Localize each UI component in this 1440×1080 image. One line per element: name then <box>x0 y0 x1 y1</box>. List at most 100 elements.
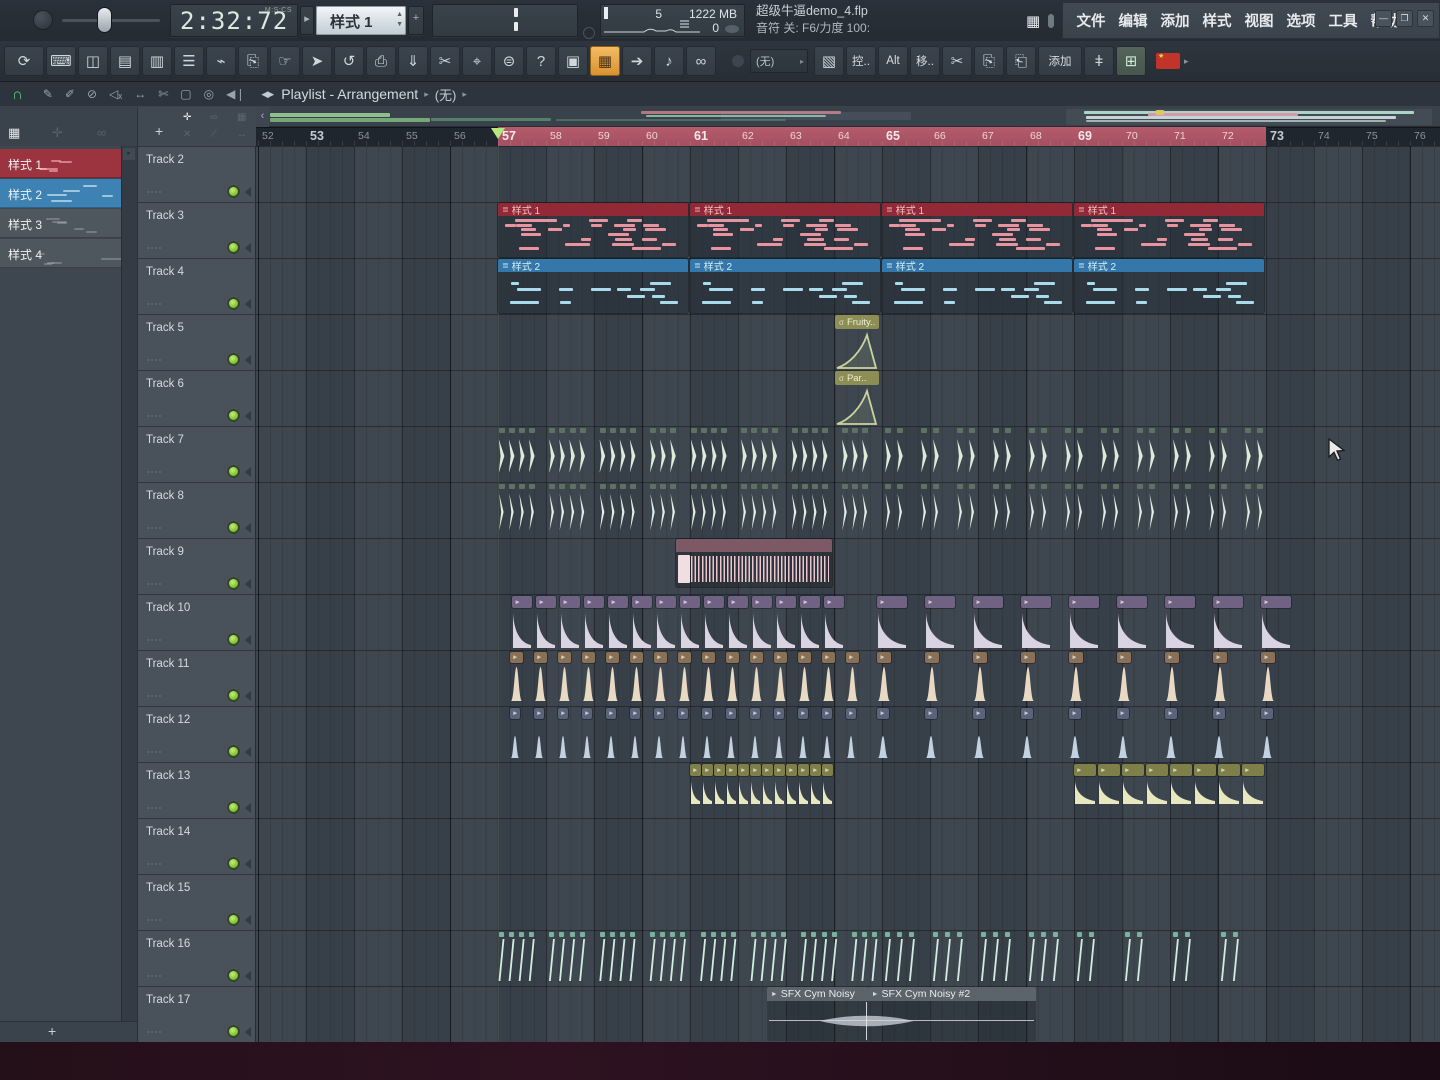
playback-tool-icon[interactable]: ◀❘ <box>226 87 245 101</box>
audio-slice[interactable] <box>1064 484 1072 534</box>
hit-clip-header[interactable]: ► <box>798 764 809 776</box>
maximize-button[interactable]: ❐ <box>1396 10 1413 27</box>
hit-clip-header[interactable]: ► <box>1242 764 1264 776</box>
track-led[interactable] <box>229 1027 238 1036</box>
track-led[interactable] <box>229 859 238 868</box>
hit-clip-header[interactable]: ► <box>702 764 713 776</box>
audio-slice[interactable] <box>710 484 718 534</box>
hit-clip-header[interactable]: ► <box>704 596 725 608</box>
mixer-button[interactable]: ▥ <box>142 46 172 76</box>
master-dial[interactable] <box>34 11 52 29</box>
clip-header[interactable]: ► SFX Cym Noisy <box>766 987 868 1001</box>
audio-slice[interactable] <box>1256 428 1264 478</box>
audio-slice[interactable] <box>1136 932 1143 982</box>
audio-slice[interactable] <box>599 932 606 982</box>
audio-slice[interactable] <box>801 428 809 478</box>
hit-clip-header[interactable]: ► <box>810 764 821 776</box>
clip-header[interactable]: ≣ 样式 2 <box>882 259 1072 272</box>
add-pattern-button[interactable]: + <box>48 1023 56 1039</box>
hit-clip-header[interactable]: ► <box>536 596 557 608</box>
hit-clip-header[interactable]: ► <box>690 764 701 776</box>
track-led[interactable] <box>229 411 238 420</box>
hit-clip-header[interactable]: ► <box>714 764 725 776</box>
audio-slice[interactable] <box>498 428 506 478</box>
piano-roll-icon[interactable]: ▦ <box>237 112 246 123</box>
audio-slice[interactable] <box>851 428 859 478</box>
hit-clip-header[interactable]: ► <box>654 652 667 663</box>
hit-clip-header[interactable]: ► <box>1261 596 1292 608</box>
pattern-clip-样式 1[interactable]: ≣ 样式 1 <box>1074 203 1264 257</box>
audio-slice[interactable] <box>579 932 586 982</box>
hit-clip-header[interactable]: ► <box>1213 708 1226 719</box>
audio-slice[interactable] <box>629 484 637 534</box>
hit-clip-header[interactable]: ► <box>750 652 763 663</box>
clip-menu-icon[interactable]: ≣ <box>1078 205 1085 214</box>
audio-slice[interactable] <box>1220 428 1228 478</box>
track-led[interactable] <box>229 971 238 980</box>
typing-keyboard-button[interactable]: ⌨ <box>46 46 76 76</box>
mic-record-button[interactable]: ⌖ <box>462 46 492 76</box>
audio-slice[interactable] <box>1076 428 1084 478</box>
audio-slice[interactable] <box>1172 428 1180 478</box>
hit-clip-header[interactable]: ► <box>678 652 691 663</box>
audio-slice[interactable] <box>740 484 748 534</box>
loop-region[interactable] <box>498 127 1266 146</box>
paste-tool-button[interactable]: ⎗ <box>1006 46 1036 76</box>
add-tool-button[interactable]: 添加 <box>1038 46 1082 76</box>
hit-clip-header[interactable]: ► <box>1213 596 1244 608</box>
audio-slice[interactable] <box>669 484 677 534</box>
audio-slice[interactable] <box>1052 932 1059 982</box>
audio-slice[interactable] <box>528 484 536 534</box>
audio-slice[interactable] <box>750 484 758 534</box>
audio-slice[interactable] <box>518 428 526 478</box>
playhead-marker[interactable] <box>491 128 505 139</box>
clip-header[interactable]: ≣ 样式 2 <box>1074 259 1264 272</box>
track-resize-handle[interactable] <box>245 635 251 645</box>
piano-tool-button[interactable]: ▧ <box>814 46 844 76</box>
audio-slice[interactable] <box>980 932 987 982</box>
pattern-clip-样式 1[interactable]: ≣ 样式 1 <box>690 203 880 257</box>
hit-clip-header[interactable]: ► <box>750 764 761 776</box>
chat-button[interactable]: ⊜ <box>494 46 524 76</box>
audio-clip[interactable] <box>675 539 832 587</box>
track-led[interactable] <box>229 299 238 308</box>
hit-clip-header[interactable]: ► <box>925 652 940 663</box>
shopping-cart-button[interactable]: ⊞ <box>1116 46 1146 76</box>
clip-header[interactable]: ► SFX Cym Noisy #2 <box>867 987 1036 1001</box>
audio-slice[interactable] <box>558 484 566 534</box>
cpu-panel[interactable]: 5 1222 MB 0 <box>600 4 745 37</box>
pattern-clip-样式 1[interactable]: ≣ 样式 1 <box>882 203 1072 257</box>
audio-slice[interactable] <box>861 428 869 478</box>
audio-slice[interactable] <box>1064 428 1072 478</box>
hit-clip-header[interactable]: ► <box>512 596 533 608</box>
hit-clip-header[interactable]: ► <box>606 652 619 663</box>
hit-clip-header[interactable]: ► <box>774 708 784 719</box>
audio-slice[interactable] <box>861 932 868 982</box>
audio-slice[interactable] <box>659 484 667 534</box>
audio-slice[interactable] <box>1076 932 1083 982</box>
audio-slice[interactable] <box>1028 484 1036 534</box>
pointer-button[interactable]: ➤ <box>302 46 332 76</box>
track-resize-handle[interactable] <box>245 523 251 533</box>
audio-slice[interactable] <box>1076 484 1084 534</box>
audio-slice[interactable] <box>498 484 506 534</box>
hit-clip-header[interactable]: ► <box>798 708 808 719</box>
audio-slice[interactable] <box>771 484 779 534</box>
audio-slice[interactable] <box>851 484 859 534</box>
touch-button[interactable]: ☞ <box>270 46 300 76</box>
audio-slice[interactable] <box>730 932 737 982</box>
track-led[interactable] <box>229 355 238 364</box>
alt-tool-button[interactable]: Alt <box>878 46 908 76</box>
hit-clip-header[interactable]: ► <box>1213 652 1228 663</box>
audio-slice[interactable] <box>750 428 758 478</box>
track-resize-handle[interactable] <box>245 579 251 589</box>
ctrl-tool-button[interactable]: 控.. <box>846 46 876 76</box>
hit-clip-header[interactable]: ► <box>877 708 890 719</box>
pattern-song-button[interactable]: ⟳ <box>4 46 44 76</box>
audio-slice[interactable] <box>932 484 940 534</box>
audio-slice[interactable] <box>528 428 536 478</box>
hit-clip-header[interactable]: ► <box>973 708 986 719</box>
delete-tool-icon[interactable]: ⊘ <box>87 87 97 101</box>
audio-slice[interactable] <box>1028 932 1035 982</box>
audio-slice[interactable] <box>508 428 516 478</box>
